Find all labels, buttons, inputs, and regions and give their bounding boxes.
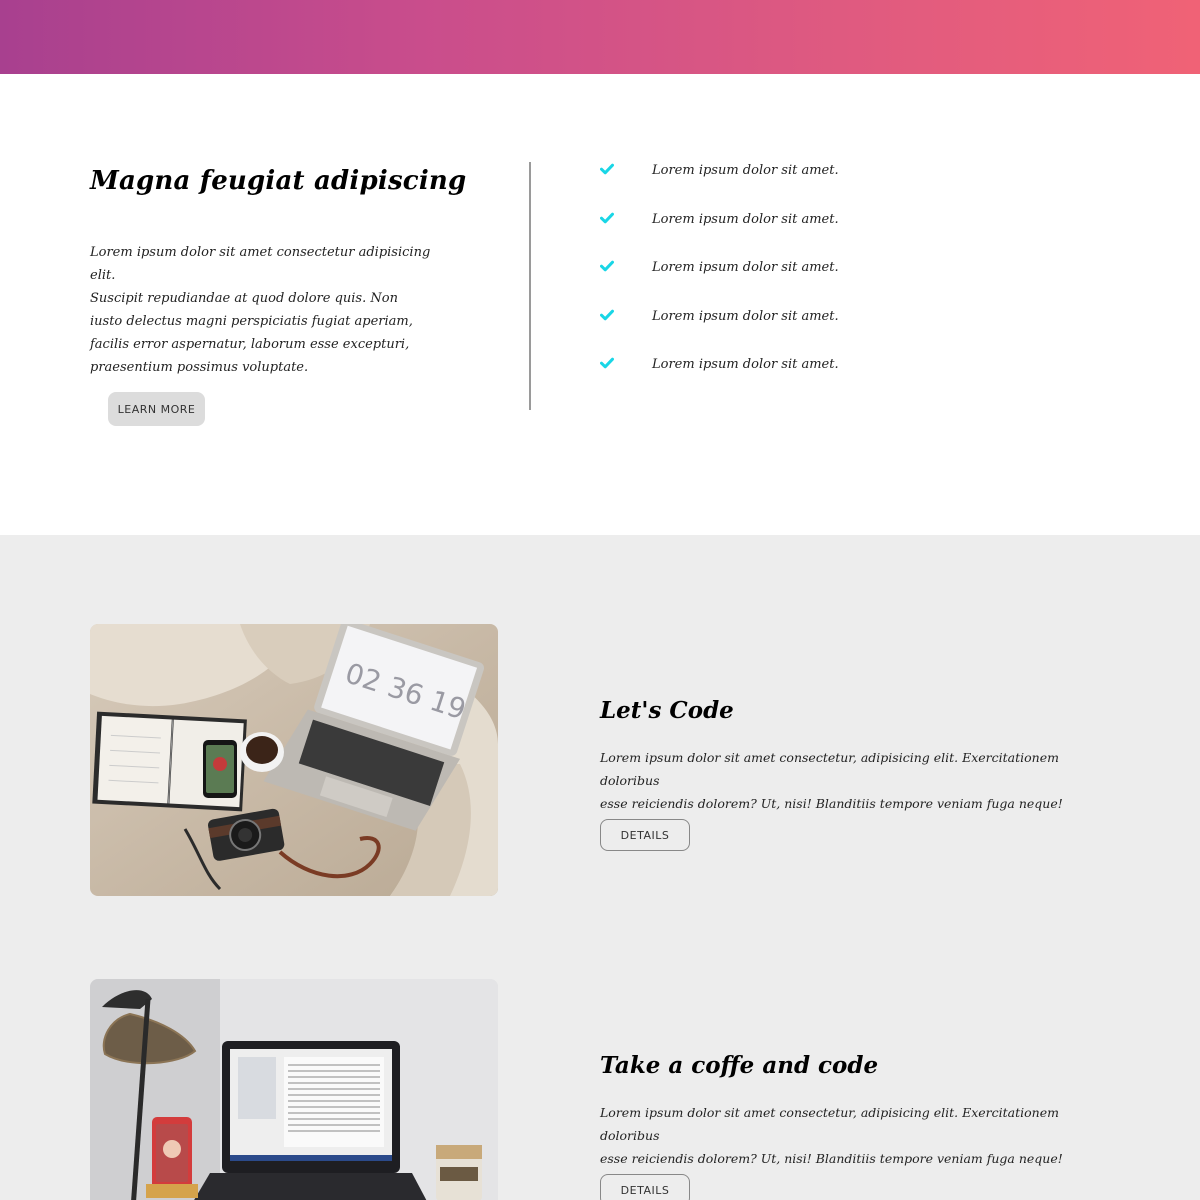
checklist-item-text: Lorem ipsum dolor sit amet. <box>652 357 839 372</box>
feature-description: Lorem ipsum dolor sit amet consectetur, … <box>600 746 1100 815</box>
check-icon <box>600 309 614 320</box>
intro-line: Lorem ipsum dolor sit amet consectetur a… <box>90 245 431 283</box>
checklist-item-text: Lorem ipsum dolor sit amet. <box>652 260 839 275</box>
details-button[interactable]: DETAILS <box>600 1174 690 1200</box>
intro-line: facilis error aspernatur, laborum esse e… <box>90 337 410 352</box>
checklist-item-text: Lorem ipsum dolor sit amet. <box>652 163 839 178</box>
check-icon <box>600 163 614 175</box>
feature-description-line: esse reiciendis dolorem? Ut, nisi! Bland… <box>600 796 1063 811</box>
feature-description: Lorem ipsum dolor sit amet consectetur, … <box>600 1101 1100 1170</box>
check-icon <box>600 212 614 223</box>
desk-laptop-lamp-photo <box>90 979 498 1200</box>
feature-title: Take a coffe and code <box>600 1052 879 1079</box>
checklist-item-text: Lorem ipsum dolor sit amet. <box>652 308 839 324</box>
intro-section: Magna feugiat adipiscing Lorem ipsum dol… <box>0 74 1200 535</box>
laptop-on-bed-photo: 02 36 19 <box>90 624 498 896</box>
feature-description-line: Lorem ipsum dolor sit amet consectetur, … <box>600 750 1059 788</box>
feature-description-line: esse reiciendis dolorem? Ut, nisi! Bland… <box>600 1151 1063 1166</box>
intro-line: Suscipit repudiandae at quod dolore quis… <box>90 291 398 306</box>
checklist-item-text: Lorem ipsum dolor sit amet. <box>652 211 839 227</box>
learn-more-button[interactable]: LEARN MORE <box>108 392 205 426</box>
check-icon <box>600 357 614 369</box>
intro-line: iusto delectus magni perspiciatis fugiat… <box>90 314 413 329</box>
intro-line: praesentium possimus voluptate. <box>90 360 309 375</box>
feature-description-line: Lorem ipsum dolor sit amet consectetur, … <box>600 1105 1059 1143</box>
details-button[interactable]: DETAILS <box>600 819 690 851</box>
intro-paragraph: Lorem ipsum dolor sit amet consectetur a… <box>90 241 440 379</box>
intro-title: Magna feugiat adipiscing <box>90 166 467 196</box>
features-section: 02 36 19 Let's Code Lorem ipsum dolor si… <box>0 535 1200 1200</box>
feature-title: Let's Code <box>600 697 734 724</box>
check-icon <box>600 260 614 272</box>
vertical-divider <box>529 162 531 410</box>
hero-gradient-band <box>0 0 1200 74</box>
